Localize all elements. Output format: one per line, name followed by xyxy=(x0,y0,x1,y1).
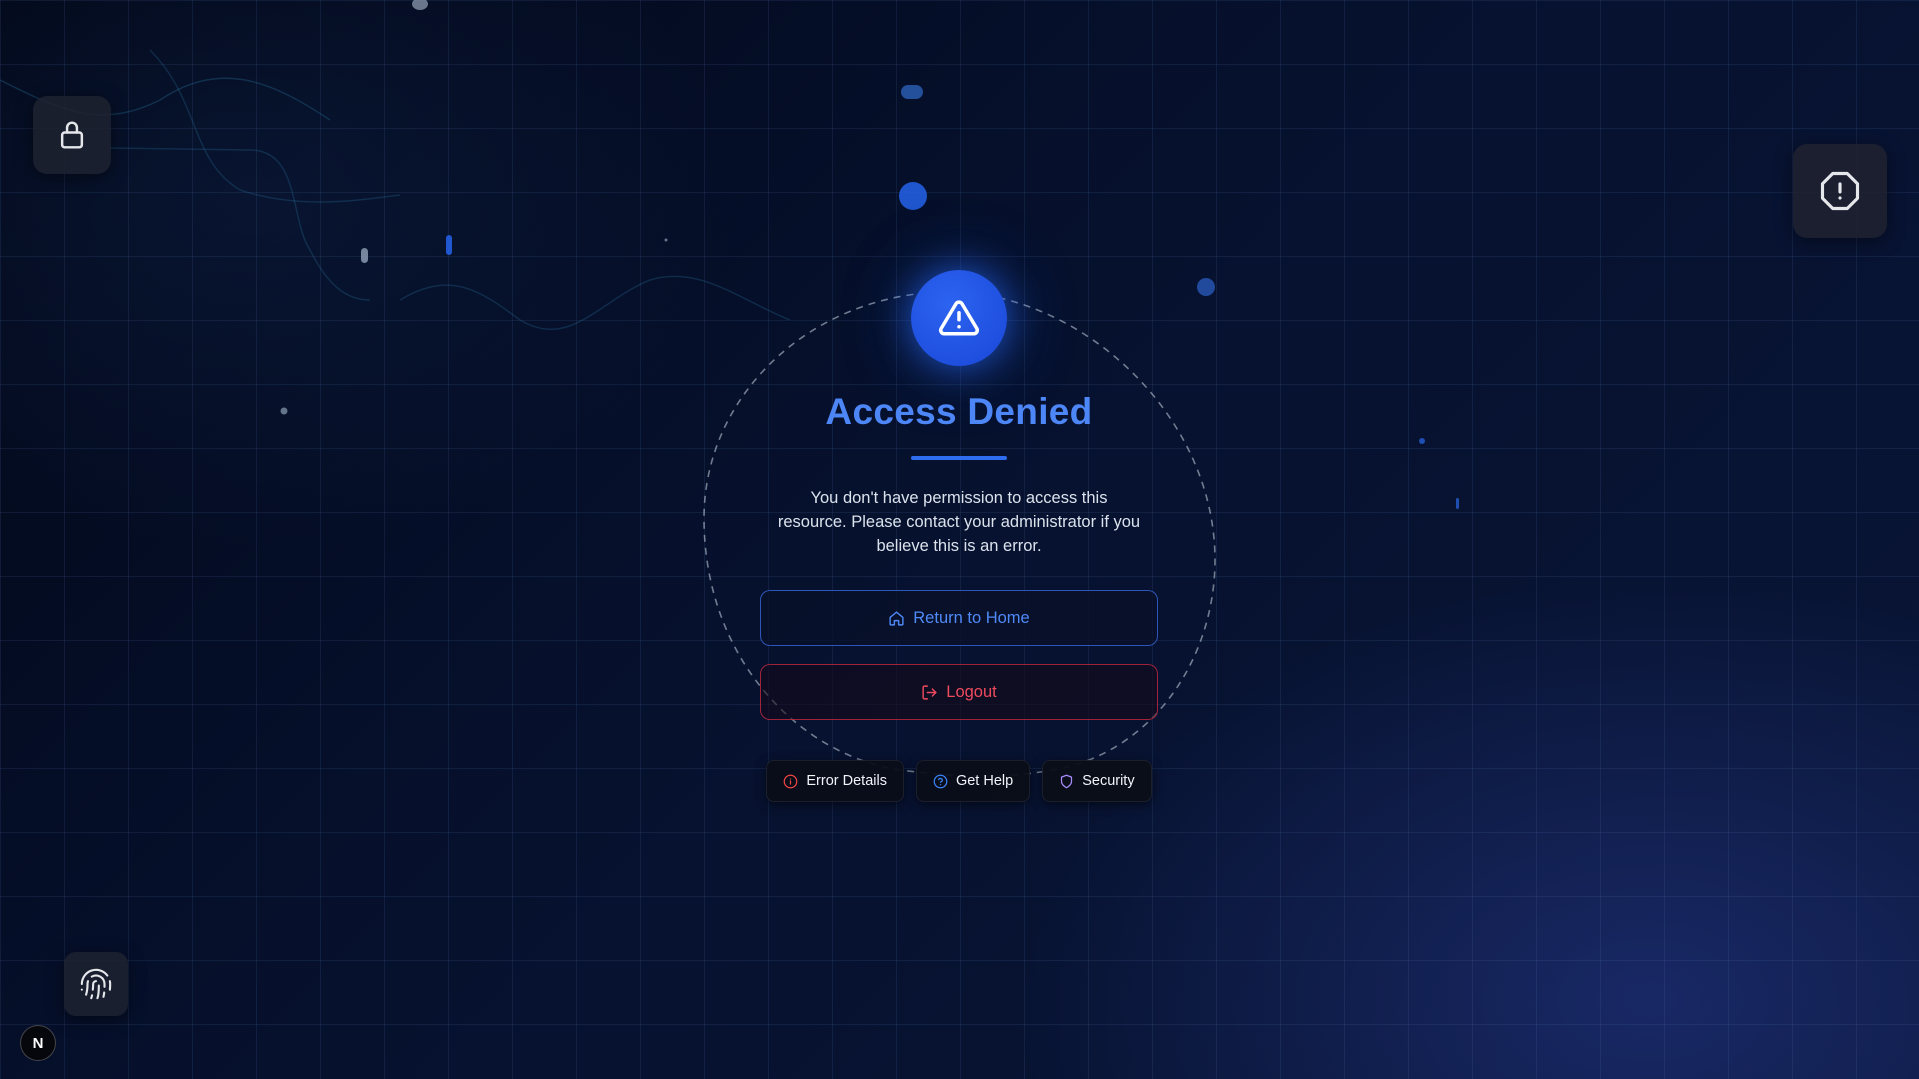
security-button[interactable]: Security xyxy=(1042,760,1152,802)
alert-button[interactable] xyxy=(1793,144,1887,238)
error-details-button[interactable]: Error Details xyxy=(766,760,904,802)
help-circle-icon xyxy=(933,774,948,788)
title-underline xyxy=(911,456,1007,460)
error-details-label: Error Details xyxy=(806,773,887,789)
access-message: You don't have permission to access this… xyxy=(777,489,1141,555)
badge-letter: N xyxy=(32,1034,44,1052)
fingerprint-icon xyxy=(80,968,112,1000)
fingerprint-button[interactable] xyxy=(64,952,128,1016)
security-label: Security xyxy=(1082,773,1135,789)
info-icon xyxy=(784,774,798,788)
lock-button[interactable] xyxy=(33,96,111,174)
get-help-button[interactable]: Get Help xyxy=(915,760,1031,802)
warning-triangle-icon xyxy=(938,300,980,336)
page-title: Access Denied xyxy=(825,391,1093,432)
logout-label: Logout xyxy=(946,682,997,701)
lock-icon xyxy=(60,121,84,149)
alert-octagon-icon xyxy=(1820,171,1860,211)
return-home-button[interactable]: Return to Home xyxy=(760,590,1158,646)
access-denied-panel: Access Denied You don't have permission … xyxy=(659,270,1259,802)
return-home-label: Return to Home xyxy=(913,608,1030,627)
shield-icon xyxy=(1061,774,1073,788)
logout-icon xyxy=(922,684,937,700)
home-icon xyxy=(889,610,904,626)
logout-button[interactable]: Logout xyxy=(760,664,1158,720)
help-links: Error Details Get Help Security xyxy=(766,760,1152,802)
warning-badge xyxy=(911,270,1007,366)
get-help-label: Get Help xyxy=(955,773,1014,789)
framework-badge[interactable]: N xyxy=(20,1025,56,1061)
